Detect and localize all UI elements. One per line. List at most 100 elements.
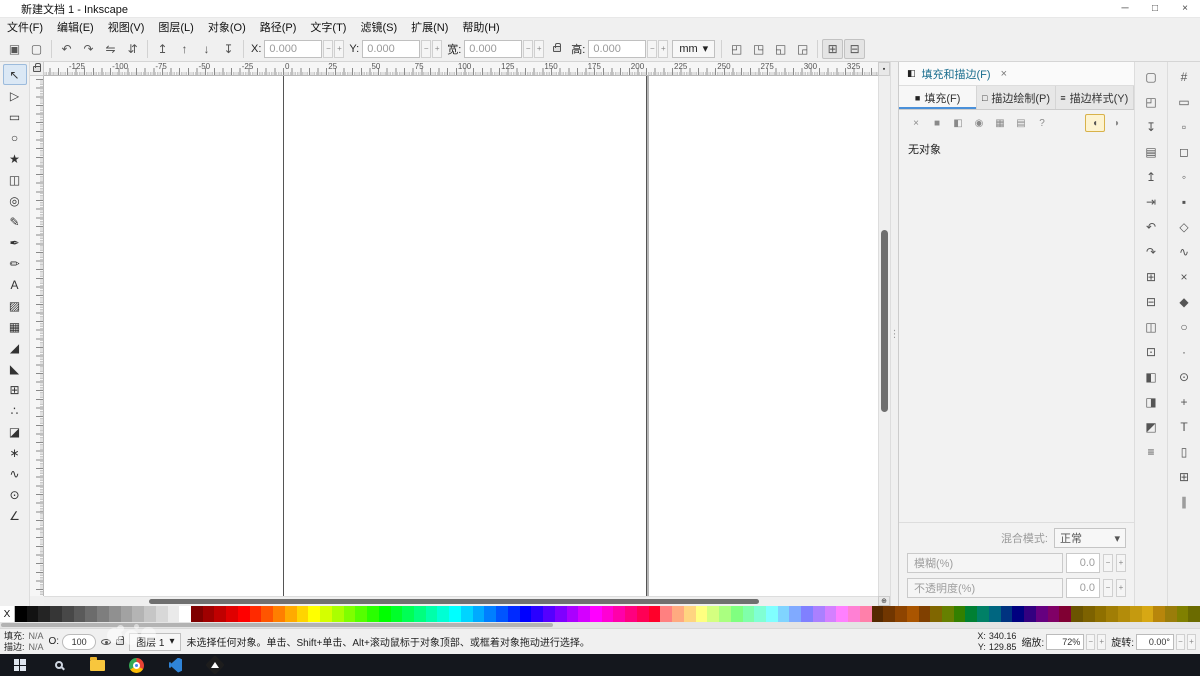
save-button[interactable]: ↧ — [1139, 116, 1163, 138]
palette-swatch[interactable] — [355, 606, 368, 622]
deselect-button[interactable]: ▢ — [26, 39, 47, 59]
export-button[interactable]: ⇥ — [1139, 191, 1163, 213]
snap-midpoints-toggle[interactable]: · — [1172, 341, 1196, 363]
palette-swatch[interactable] — [284, 606, 297, 622]
width-input[interactable]: 0.000 — [464, 39, 523, 58]
lpe-tool[interactable]: ∿ — [3, 463, 27, 484]
palette-swatch[interactable] — [1164, 606, 1177, 622]
y-input[interactable]: 0.000 — [362, 39, 421, 58]
star-tool[interactable]: ★ — [3, 148, 27, 169]
palette-swatch[interactable] — [191, 606, 203, 622]
palette-swatch[interactable] — [1012, 606, 1025, 622]
palette-swatch[interactable] — [1035, 606, 1048, 622]
palette-swatch[interactable] — [601, 606, 614, 622]
palette-swatch[interactable] — [566, 606, 579, 622]
zoom-input[interactable]: 72% — [1046, 633, 1085, 650]
palette-swatch[interactable] — [942, 606, 954, 622]
palette-swatch[interactable] — [589, 606, 602, 622]
palette-swatch[interactable] — [1118, 606, 1130, 622]
width-increment-button[interactable]: + — [534, 39, 545, 58]
menu-file[interactable]: 文件(F) — [0, 19, 50, 35]
pattern-button[interactable]: ▦ — [990, 114, 1010, 132]
palette-swatch[interactable] — [836, 606, 849, 622]
vscode-button[interactable] — [156, 654, 195, 676]
height-input[interactable]: 0.000 — [588, 39, 647, 58]
palette-swatch[interactable] — [61, 606, 74, 622]
text-tool[interactable]: A — [3, 274, 27, 295]
geometric-bbox-toggle[interactable]: ⊞ — [822, 38, 844, 59]
blur-slider[interactable]: 模糊(%) — [907, 553, 1063, 573]
palette-swatch[interactable] — [848, 606, 860, 622]
palette-swatch[interactable] — [226, 606, 238, 622]
horizontal-ruler[interactable]: -125 -100 -75 -50 -25 0 25 50 75 100 125 150 175 200 2… — [44, 62, 878, 76]
undo-button[interactable]: ↶ — [1139, 216, 1163, 238]
duplicate-button[interactable]: ◫ — [1139, 316, 1163, 338]
flip-vertical-button[interactable]: ⇵ — [122, 39, 143, 59]
palette-swatch[interactable] — [777, 606, 790, 622]
palette-swatch[interactable] — [730, 606, 743, 622]
palette-swatch[interactable] — [789, 606, 802, 622]
new-document-button[interactable]: ▢ — [1139, 66, 1163, 88]
palette-swatch[interactable] — [871, 606, 884, 622]
dialog-header[interactable]: ◧ 填充和描边(F) × — [899, 62, 1134, 86]
gradient-transform-toggle[interactable]: ◱ — [770, 39, 791, 59]
rotate-cw-button[interactable]: ↷ — [78, 39, 99, 59]
menu-path[interactable]: 路径(P) — [253, 19, 304, 35]
palette-swatch[interactable] — [132, 606, 145, 622]
no-paint-button[interactable]: × — [906, 114, 926, 132]
palette-swatch[interactable] — [977, 606, 989, 622]
palette-swatch[interactable] — [97, 606, 109, 622]
palette-swatch[interactable] — [331, 606, 344, 622]
palette-swatch[interactable] — [906, 606, 919, 622]
pen-tool[interactable]: ✒ — [3, 232, 27, 253]
vertical-scrollbar-thumb[interactable] — [881, 230, 888, 412]
palette-swatch[interactable] — [15, 606, 27, 622]
palette-swatch[interactable] — [179, 606, 192, 622]
units-dropdown[interactable]: mm ▾ — [672, 39, 716, 58]
select-all-button[interactable]: ▣ — [4, 39, 25, 59]
palette-swatch[interactable] — [308, 606, 321, 622]
redo-button[interactable]: ↷ — [1139, 241, 1163, 263]
palette-swatch[interactable] — [320, 606, 332, 622]
object-opacity-input[interactable]: 100 — [62, 633, 97, 650]
fill-stroke-dialog-button[interactable]: ◩ — [1139, 416, 1163, 438]
spray-tool[interactable]: ∴ — [3, 400, 27, 421]
unknown-paint-button[interactable]: ? — [1032, 114, 1052, 132]
layer-dropdown[interactable]: 图层 1 ▾ — [129, 632, 182, 651]
palette-swatch[interactable] — [683, 606, 696, 622]
palette-swatch[interactable] — [1153, 606, 1165, 622]
palette-swatch[interactable] — [144, 606, 156, 622]
lock-ratio-toggle[interactable] — [546, 39, 567, 59]
layer-visibility-icon[interactable] — [101, 638, 112, 645]
palette-swatch[interactable] — [543, 606, 555, 622]
copy-button[interactable]: ⊞ — [1139, 266, 1163, 288]
horizontal-scrollbar[interactable] — [44, 596, 878, 606]
lower-button[interactable]: ↓ — [196, 39, 217, 59]
vertical-scrollbar[interactable] — [878, 76, 890, 596]
node-tool[interactable]: ▷ — [3, 85, 27, 106]
palette-swatch[interactable] — [801, 606, 813, 622]
ungroup-button[interactable]: ◨ — [1139, 391, 1163, 413]
flat-color-button[interactable]: ■ — [927, 114, 947, 132]
palette-swatch[interactable] — [895, 606, 907, 622]
blur-increment-button[interactable]: + — [1116, 554, 1126, 572]
palette-swatch[interactable] — [1071, 606, 1083, 622]
palette-swatch[interactable] — [613, 606, 626, 622]
corners-transform-toggle[interactable]: ◳ — [748, 39, 769, 59]
palette-swatch[interactable] — [625, 606, 637, 622]
palette-swatch[interactable] — [202, 606, 215, 622]
palette-swatch[interactable] — [918, 606, 931, 622]
rotation-decrement-button[interactable]: − — [1176, 633, 1185, 650]
menu-help[interactable]: 帮助(H) — [455, 19, 506, 35]
opacity-increment-button[interactable]: + — [1116, 579, 1126, 597]
preferences-button[interactable]: ≡ — [1139, 441, 1163, 463]
canvas[interactable] — [44, 76, 878, 596]
close-button[interactable]: × — [1170, 0, 1200, 17]
palette-swatch[interactable] — [578, 606, 590, 622]
spiral-tool[interactable]: ◎ — [3, 190, 27, 211]
palette-swatch[interactable] — [155, 606, 168, 622]
palette-swatch[interactable] — [484, 606, 497, 622]
width-decrement-button[interactable]: − — [523, 39, 534, 58]
snap-enable-toggle[interactable]: # — [1172, 66, 1196, 88]
rectangle-tool[interactable]: ▭ — [3, 106, 27, 127]
